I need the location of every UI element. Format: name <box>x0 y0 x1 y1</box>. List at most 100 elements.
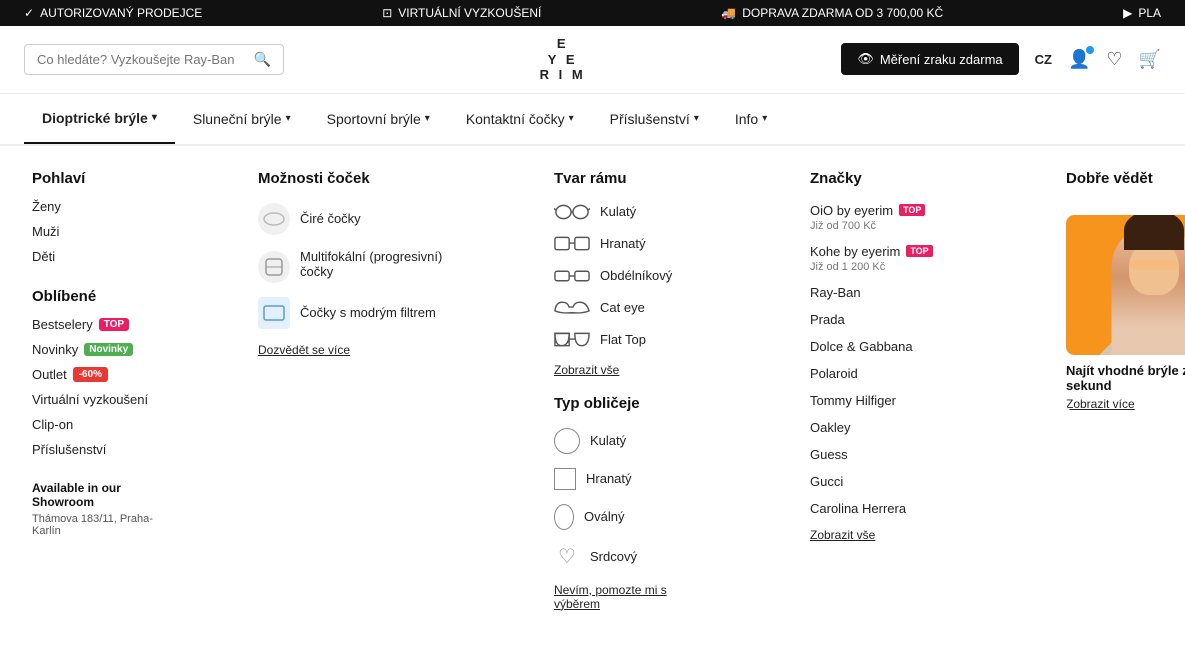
oblibene-outlet[interactable]: Outlet -60% <box>32 367 162 382</box>
frame-obdelnikovy[interactable]: Obdélníkový <box>554 267 714 285</box>
truck-icon: 🚚 <box>721 6 736 20</box>
card-byle-link[interactable]: Zobrazit více <box>1066 397 1185 411</box>
vr-icon: ⊡ <box>382 6 392 20</box>
badge-top: TOP <box>99 318 129 331</box>
logo[interactable]: E Y E R I M <box>540 36 586 83</box>
rect-frame-icon <box>554 267 590 285</box>
search-bar[interactable]: 🔍 <box>24 44 284 75</box>
top-bar: ✓ AUTORIZOVANÝ PRODEJCE ⊡ VIRTUÁLNÍ VYZK… <box>0 0 1185 26</box>
search-icon[interactable]: 🔍 <box>254 51 271 68</box>
znacka-carolina[interactable]: Carolina Herrera <box>810 501 970 516</box>
oblibene-virtual[interactable]: Virtuální vyzkoušení <box>32 392 162 407</box>
znacka-oakley[interactable]: Oakley <box>810 420 970 435</box>
pohlavi-title: Pohlaví <box>32 170 162 187</box>
face-oval-icon <box>554 504 574 530</box>
topbar-play[interactable]: ▶ PLA <box>1123 6 1161 20</box>
oblibene-clipon[interactable]: Clip-on <box>32 417 162 432</box>
oblibene-prislusenstvi[interactable]: Příslušenství <box>32 442 162 457</box>
face-srdcovy[interactable]: ♡ Srdcový <box>554 544 714 569</box>
badge-new: Novinky <box>84 343 133 356</box>
nav-item-info[interactable]: Info ▾ <box>717 95 785 143</box>
znacka-gucci[interactable]: Gucci <box>810 474 970 489</box>
nav-item-kontaktni[interactable]: Kontaktní čočky ▾ <box>448 95 592 143</box>
pohlavi-zeny[interactable]: Ženy <box>32 199 162 214</box>
header: 🔍 E Y E R I M 👁 Měření zraku zdarma CZ 👤… <box>0 26 1185 94</box>
tvar-zobrazit-vse-link[interactable]: Zobrazit vše <box>554 363 714 377</box>
chevron-down-icon: ▾ <box>152 112 157 123</box>
nevm-link[interactable]: Nevím, pomozte mi s výběrem <box>554 583 714 611</box>
glasses <box>1130 260 1178 270</box>
card-byle-title: Najít vhodné brýle za 60 sekund <box>1066 363 1185 393</box>
notification-dot <box>1086 46 1094 54</box>
cocky-cire[interactable]: Čiré čočky <box>258 203 458 235</box>
cateye-frame-icon <box>554 299 590 317</box>
znacka-oio[interactable]: OiO by eyerim TOP Již od 700 Kč <box>810 203 970 232</box>
znacka-dolce[interactable]: Dolce & Gabbana <box>810 339 970 354</box>
cards-row: Najít vhodné brýle za 60 sekund Zobrazit… <box>1066 215 1185 411</box>
col-moznosti-cocek: Možnosti čoček Čiré čočky Multifokální (… <box>258 170 458 611</box>
znacka-oio-sub: Již od 700 Kč <box>810 220 925 232</box>
chevron-down-icon: ▾ <box>569 113 574 124</box>
znacka-rayban[interactable]: Ray-Ban <box>810 285 970 300</box>
znacka-oio-badge: TOP <box>899 204 925 216</box>
topbar-virtual[interactable]: ⊡ VIRTUÁLNÍ VYZKOUŠENÍ <box>382 6 541 20</box>
dozvedi-link[interactable]: Dozvědět se více <box>258 343 458 357</box>
dobre-vedet-header: Dobře vědět Zobrazit více <box>1066 170 1185 203</box>
pohlavi-deti[interactable]: Děti <box>32 249 162 264</box>
chevron-down-icon: ▾ <box>286 113 291 124</box>
lens-multi-icon <box>258 251 290 283</box>
face-hranaty[interactable]: Hranatý <box>554 468 714 490</box>
znacky-zobrazit-vse-link[interactable]: Zobrazit vše <box>810 528 970 542</box>
topbar-authorized: ✓ AUTORIZOVANÝ PRODEJCE <box>24 6 202 20</box>
col-znacky: Značky OiO by eyerim TOP Již od 700 Kč K… <box>810 170 970 611</box>
nav-item-dioptrické[interactable]: Dioptrické brýle ▾ <box>24 94 175 144</box>
znacka-kohe-sub: Již od 1 200 Kč <box>810 261 933 273</box>
language-selector[interactable]: CZ <box>1035 52 1052 67</box>
znacka-tommy[interactable]: Tommy Hilfiger <box>810 393 970 408</box>
account-button[interactable]: 👤 <box>1068 49 1090 70</box>
face-ovalny[interactable]: Oválný <box>554 504 714 530</box>
navigation: Dioptrické brýle ▾ Sluneční brýle ▾ Spor… <box>0 94 1185 145</box>
hair <box>1124 215 1184 250</box>
nav-item-sportovni[interactable]: Sportovní brýle ▾ <box>309 95 448 143</box>
showroom-label: Available in our Showroom <box>32 481 162 509</box>
chevron-down-icon: ▾ <box>425 113 430 124</box>
chevron-down-icon: ▾ <box>694 113 699 124</box>
lens-clear-icon <box>258 203 290 235</box>
nav-item-prislusenstvi[interactable]: Příslušenství ▾ <box>592 95 717 143</box>
cocky-multifokalni[interactable]: Multifokální (progresivní) čočky <box>258 249 458 283</box>
oblibene-bestselery[interactable]: Bestselery TOP <box>32 317 162 332</box>
eye-icon: 👁 <box>857 51 874 67</box>
frame-cateye[interactable]: Cat eye <box>554 299 714 317</box>
col-dobre-vedet: Dobře vědět Zobrazit více <box>1066 170 1185 611</box>
topbar-virtual-label: VIRTUÁLNÍ VYZKOUŠENÍ <box>398 6 541 20</box>
frame-hranaty[interactable]: Hranatý <box>554 235 714 253</box>
frame-flattop[interactable]: Flat Top <box>554 331 714 349</box>
znacka-polaroid[interactable]: Polaroid <box>810 366 970 381</box>
measure-button[interactable]: 👁 Měření zraku zdarma <box>841 43 1018 75</box>
cart-button[interactable]: 🛒 <box>1139 49 1161 70</box>
cocky-modry-filtr[interactable]: Čočky s modrým filtrem <box>258 297 458 329</box>
search-input[interactable] <box>37 52 246 67</box>
round-frame-icon <box>554 203 590 221</box>
oblibene-novinky[interactable]: Novinky Novinky <box>32 342 162 357</box>
znacky-title: Značky <box>810 170 970 187</box>
verified-icon: ✓ <box>24 6 34 20</box>
znacka-guess[interactable]: Guess <box>810 447 970 462</box>
showroom-info: Available in our Showroom Thámova 183/11… <box>32 481 162 537</box>
col-tvar-ramu: Tvar rámu Kulatý Hran <box>554 170 714 611</box>
znacka-kohe[interactable]: Kohe by eyerim TOP Již od 1 200 Kč <box>810 244 970 273</box>
wishlist-button[interactable]: ♡ <box>1106 49 1122 70</box>
face-round-icon <box>554 428 580 454</box>
dropdown-menu: Pohlaví Ženy Muži Děti Oblíbené Bestsele… <box>0 145 1185 635</box>
nav-item-slunecni[interactable]: Sluneční brýle ▾ <box>175 95 309 143</box>
chevron-down-icon: ▾ <box>762 113 767 124</box>
znacka-prada[interactable]: Prada <box>810 312 970 327</box>
pohlavi-muzi[interactable]: Muži <box>32 224 162 239</box>
col-pohlavi: Pohlaví Ženy Muži Děti Oblíbené Bestsele… <box>32 170 162 611</box>
pohlavi-section: Pohlaví Ženy Muži Děti <box>32 170 162 264</box>
face-kulaty[interactable]: Kulatý <box>554 428 714 454</box>
card-byle[interactable]: Najít vhodné brýle za 60 sekund Zobrazit… <box>1066 215 1185 411</box>
square-frame-icon <box>554 235 590 253</box>
frame-kulaty[interactable]: Kulatý <box>554 203 714 221</box>
